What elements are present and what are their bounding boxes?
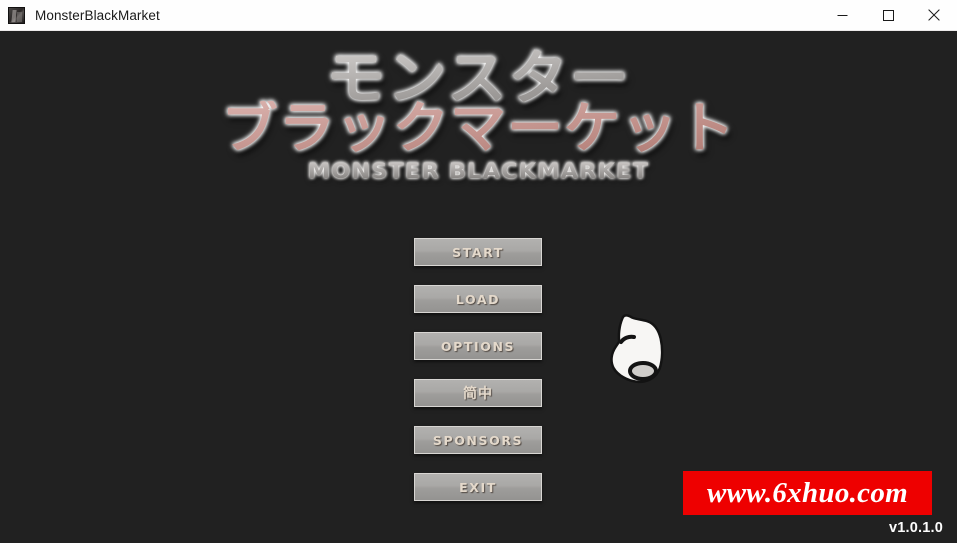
close-icon — [928, 9, 940, 21]
exit-button-label: EXIT — [459, 479, 497, 495]
options-button-label: OPTIONS — [440, 338, 516, 354]
load-button[interactable]: LOAD — [414, 285, 542, 313]
sponsors-button[interactable]: SPONSORS — [414, 426, 542, 454]
application-window: MonsterBlackMarket モンスター ブラックマーケット MONST… — [0, 0, 957, 543]
watermark-text: www.6xhuo.com — [706, 476, 909, 509]
language-button-label: 简中 — [463, 386, 493, 402]
start-button[interactable]: START — [414, 238, 542, 266]
game-canvas: モンスター ブラックマーケット MONSTER BLACKMARKET STAR… — [0, 31, 957, 543]
options-button[interactable]: OPTIONS — [414, 332, 542, 360]
maximize-icon — [882, 9, 894, 21]
watermark-banner: www.6xhuo.com — [683, 471, 932, 515]
close-button[interactable] — [911, 0, 957, 31]
start-button-label: START — [452, 244, 504, 260]
version-label: v1.0.1.0 — [888, 520, 943, 536]
pointing-hand-cursor-icon — [607, 308, 669, 386]
app-icon — [8, 6, 25, 24]
logo-subtitle: MONSTER BLACKMARKET — [0, 159, 957, 183]
minimize-icon — [837, 10, 848, 21]
game-logo: モンスター ブラックマーケット MONSTER BLACKMARKET — [0, 49, 957, 183]
sponsors-button-label: SPONSORS — [432, 432, 524, 448]
maximize-button[interactable] — [865, 0, 911, 31]
language-button[interactable]: 简中 — [414, 379, 542, 407]
window-title: MonsterBlackMarket — [35, 7, 160, 23]
window-controls — [819, 0, 957, 31]
logo-line-japanese-monster: モンスター — [0, 49, 957, 107]
main-menu: START LOAD OPTIONS 简中 SPONSORS EXIT — [414, 238, 542, 501]
minimize-button[interactable] — [819, 0, 865, 31]
exit-button[interactable]: EXIT — [414, 473, 542, 501]
title-bar: MonsterBlackMarket — [0, 0, 957, 31]
logo-line-japanese-blackmarket: ブラックマーケット — [0, 101, 957, 156]
load-button-label: LOAD — [455, 291, 501, 307]
